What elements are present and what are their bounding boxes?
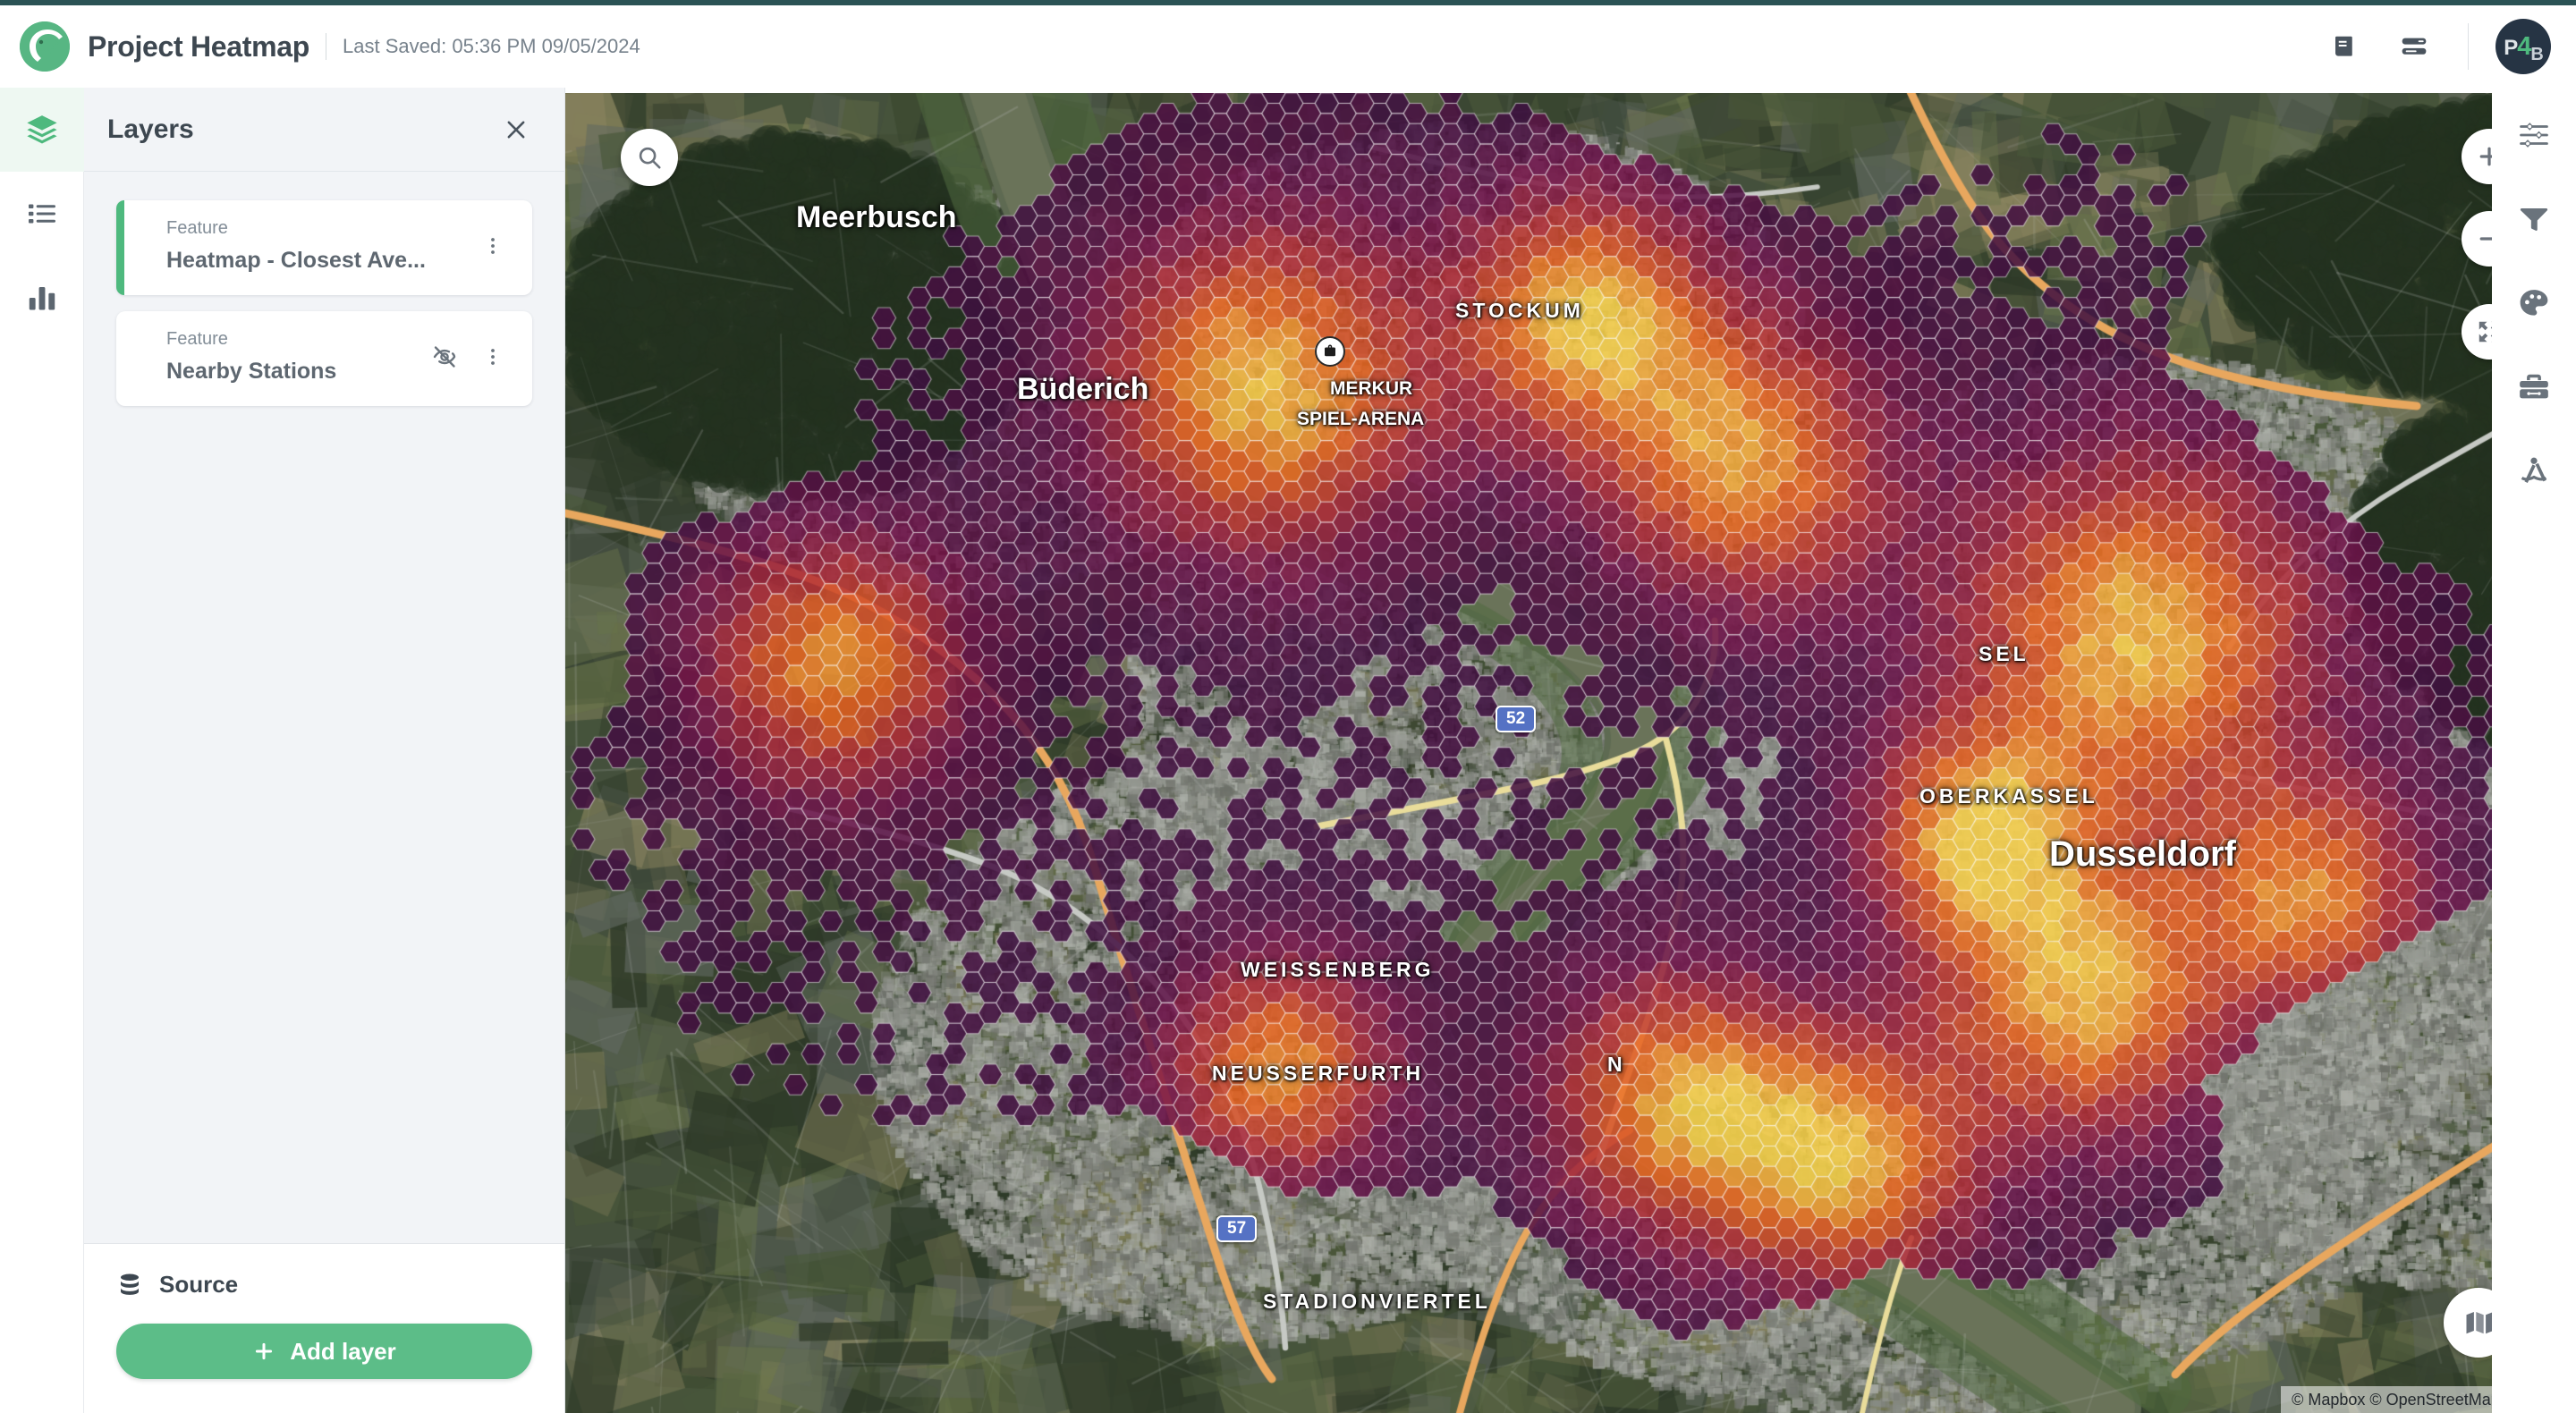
add-layer-button[interactable]: Add layer bbox=[116, 1324, 532, 1379]
panel-title: Layers bbox=[107, 114, 194, 144]
avatar[interactable]: P4B bbox=[2496, 19, 2551, 74]
top-bar-actions: P4B bbox=[2298, 5, 2576, 88]
layer-kind: Feature bbox=[166, 218, 228, 238]
book-icon[interactable] bbox=[2321, 23, 2368, 70]
poi-pin-merkur-spiel-arena[interactable] bbox=[1315, 336, 1345, 367]
layers-list: Feature Heatmap - Closest Ave... Feature… bbox=[84, 172, 564, 1243]
top-bar-divider bbox=[2468, 23, 2469, 70]
avatar-initial-3: B bbox=[2530, 44, 2543, 64]
style-palette-button[interactable] bbox=[2492, 261, 2576, 345]
toolbox-icon bbox=[2520, 374, 2548, 399]
map-viewport[interactable]: Meerbusch Büderich STOCKUM MERKUR SPIEL-AREN… bbox=[565, 93, 2576, 1413]
layer-selected-accent bbox=[116, 200, 124, 295]
right-tool-rail bbox=[2492, 93, 2576, 1413]
sidebar-item-charts[interactable] bbox=[0, 256, 84, 340]
database-icon bbox=[121, 1273, 139, 1295]
list-item[interactable]: Feature Heatmap - Closest Ave... bbox=[116, 200, 532, 295]
layer-kind: Feature bbox=[166, 329, 228, 349]
parrot-logo-glyph bbox=[20, 21, 70, 72]
left-icon-rail bbox=[0, 88, 84, 1413]
toolbox-button[interactable] bbox=[2492, 345, 2576, 429]
road-shield: 57 bbox=[1216, 1215, 1258, 1242]
list-item[interactable]: Feature Nearby Stations bbox=[116, 311, 532, 406]
map-canvas[interactable] bbox=[565, 93, 2576, 1413]
sliders-icon bbox=[2520, 123, 2548, 148]
layer-name: Nearby Stations bbox=[166, 359, 337, 384]
layout-rows-icon[interactable] bbox=[2391, 23, 2437, 70]
layer-selected-accent bbox=[116, 311, 124, 406]
map-fold-icon bbox=[2466, 1312, 2494, 1334]
compass-divider-icon bbox=[2521, 457, 2547, 483]
list-icon bbox=[29, 204, 55, 224]
eye-off-icon[interactable] bbox=[428, 341, 461, 373]
palette-icon bbox=[2520, 290, 2548, 316]
search-icon[interactable] bbox=[621, 129, 678, 186]
layers-panel-header: Layers bbox=[84, 88, 564, 172]
kebab-menu-icon[interactable] bbox=[477, 230, 509, 262]
avatar-initial-1: P bbox=[2504, 35, 2518, 60]
filter-button[interactable] bbox=[2492, 177, 2576, 261]
sidebar-item-legend[interactable] bbox=[0, 172, 84, 256]
plus-icon bbox=[256, 1342, 273, 1360]
page-title: Project Heatmap bbox=[88, 30, 310, 63]
last-saved-text: Last Saved: 05:36 PM 09/05/2024 bbox=[343, 35, 640, 57]
layers-icon bbox=[27, 115, 57, 144]
kebab-menu-icon[interactable] bbox=[477, 341, 509, 373]
settings-sliders-button[interactable] bbox=[2492, 93, 2576, 177]
close-icon[interactable] bbox=[498, 112, 534, 148]
funnel-icon bbox=[2520, 208, 2548, 231]
parrot-logo-icon[interactable] bbox=[20, 21, 70, 72]
measure-button[interactable] bbox=[2492, 429, 2576, 513]
bar-chart-icon bbox=[29, 287, 55, 310]
road-shield: 52 bbox=[1496, 706, 1537, 732]
source-row[interactable]: Source bbox=[116, 1271, 532, 1299]
layers-panel-footer: Source Add layer bbox=[84, 1243, 564, 1413]
source-label: Source bbox=[159, 1271, 239, 1298]
sidebar-item-layers[interactable] bbox=[0, 88, 84, 172]
top-bar: Project Heatmap Last Saved: 05:36 PM 09/… bbox=[0, 0, 2576, 88]
add-layer-label: Add layer bbox=[290, 1337, 396, 1365]
avatar-initial-2: 4 bbox=[2517, 31, 2531, 61]
layer-name: Heatmap - Closest Ave... bbox=[166, 248, 426, 273]
layers-panel: Layers Feature Heatmap - Closest Ave... bbox=[84, 88, 565, 1413]
